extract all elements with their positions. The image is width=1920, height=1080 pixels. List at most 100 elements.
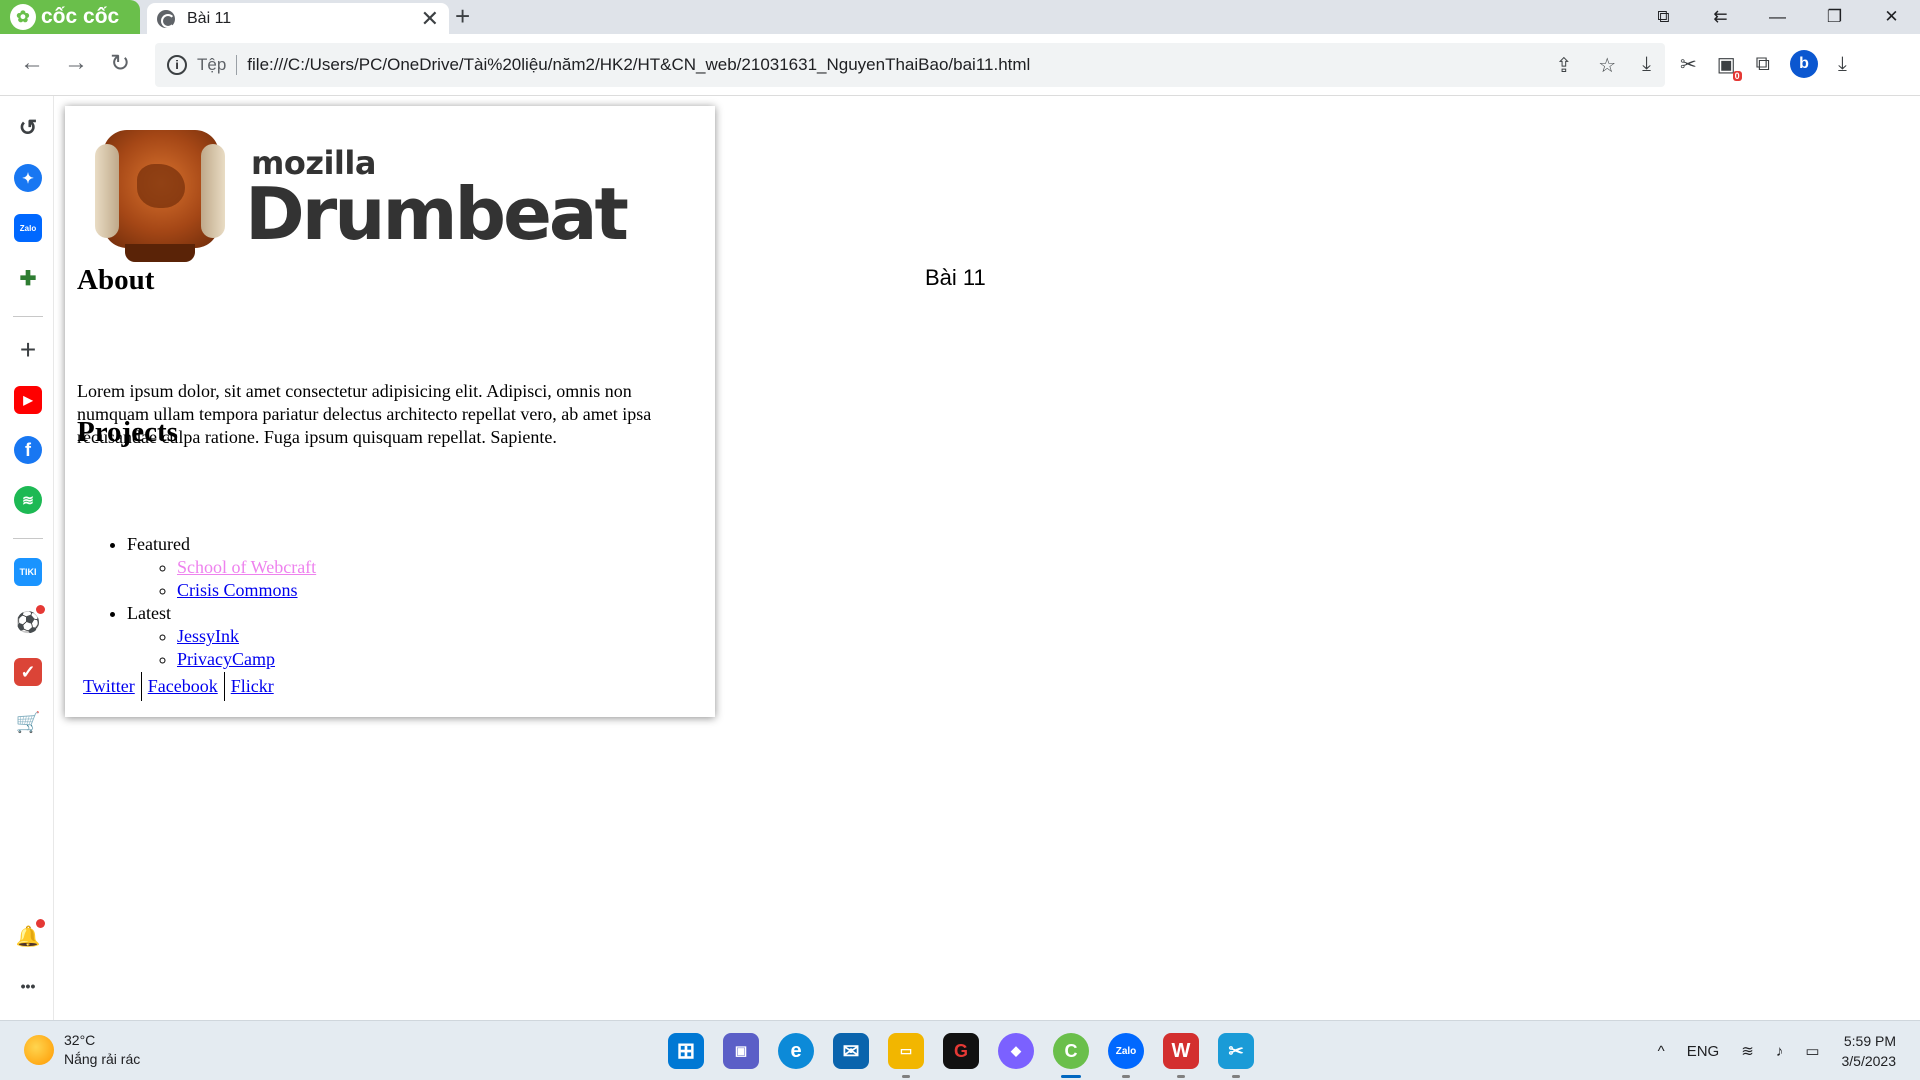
extension-badge-count: 0 xyxy=(1732,70,1742,81)
save-page-icon[interactable]: ⤓ xyxy=(1642,53,1651,78)
coccoc-app-icon[interactable]: C xyxy=(1053,1033,1089,1078)
new-tab-button[interactable]: + xyxy=(455,1,470,32)
copilot-app-icon[interactable]: ◆ xyxy=(998,1033,1034,1069)
meet-app-icon[interactable]: ▣ xyxy=(723,1033,759,1069)
share-icon[interactable]: ⇪ xyxy=(1555,53,1572,78)
sidebar-divider xyxy=(13,316,43,317)
bookmark-star-icon[interactable]: ☆ xyxy=(1598,53,1616,78)
screen-capture-icon[interactable]: ⧉ xyxy=(1635,0,1692,34)
file-explorer-icon[interactable]: ▭ xyxy=(888,1033,924,1078)
tab-close-icon[interactable]: ✕ xyxy=(421,6,439,32)
social-links: Twitter Facebook Flickr xyxy=(77,672,280,701)
globe-icon xyxy=(157,9,175,28)
clock[interactable]: 5:59 PM 3/5/2023 xyxy=(1842,1031,1897,1071)
drum-icon xyxy=(95,126,225,264)
snipping-tool-icon[interactable]: ✂ xyxy=(1218,1033,1254,1078)
game-controller-icon[interactable]: ✚ xyxy=(14,264,42,292)
bell-glyph: 🔔 xyxy=(15,925,41,948)
spotify-icon[interactable]: ≋ xyxy=(14,486,42,514)
mail-app-icon[interactable]: ✉ xyxy=(833,1033,869,1069)
link-crisis-commons[interactable]: Crisis Commons xyxy=(177,580,298,600)
close-window-button[interactable]: ✕ xyxy=(1863,0,1920,34)
taskbar-apps: ⊞ ▣ e ✉ ▭ G ◆ C Zalo W ✂ xyxy=(668,1033,1254,1078)
history-icon[interactable]: ↺ xyxy=(14,114,42,142)
puzzle-icon[interactable]: ⧉ xyxy=(1756,53,1770,76)
web-content: mozilla Drumbeat About Lorem ipsum dolor… xyxy=(55,97,1920,1020)
profile-avatar[interactable]: b xyxy=(1789,50,1818,78)
garena-app-icon[interactable]: G xyxy=(943,1033,979,1069)
back-button[interactable]: ← xyxy=(20,49,44,77)
link-school-of-webcraft[interactable]: School of Webcraft xyxy=(177,557,316,577)
browser-toolbar: ← → ↻ i Tệp file:///C:/Users/PC/OneDrive… xyxy=(0,34,1920,96)
clock-date: 3/5/2023 xyxy=(1841,1053,1897,1069)
coccoc-menu-button[interactable]: ✿ cốc cốc xyxy=(0,0,140,34)
weather-widget[interactable]: 32°C Nắng rải rác xyxy=(24,1031,140,1069)
reload-button[interactable]: ↻ xyxy=(110,49,130,78)
notification-dot xyxy=(36,605,45,614)
project-group-featured: Featured xyxy=(127,534,190,554)
tiki-icon[interactable]: TIKI xyxy=(14,558,42,586)
zalo-app-icon[interactable]: Zalo xyxy=(1108,1033,1144,1078)
link-privacycamp[interactable]: PrivacyCamp xyxy=(177,649,275,669)
list-item: Featured School of Webcraft Crisis Commo… xyxy=(127,533,316,602)
list-item: Crisis Commons xyxy=(177,579,316,602)
tools-icon[interactable]: ✂ xyxy=(1680,52,1697,77)
tab-title: Bài 11 xyxy=(187,9,232,27)
sidebar-divider xyxy=(13,538,43,539)
tab-bai11[interactable]: Bài 11 ✕ xyxy=(147,3,449,34)
list-item: JessyInk xyxy=(177,625,316,648)
notifications-bell-icon[interactable]: 🔔 xyxy=(14,919,45,950)
link-twitter[interactable]: Twitter xyxy=(77,672,141,701)
wps-app-icon[interactable]: W xyxy=(1163,1033,1199,1078)
messenger-icon[interactable]: ✦ xyxy=(14,164,42,192)
sun-cloud-icon xyxy=(24,1035,54,1065)
shopping-cart-icon[interactable]: 🛒 xyxy=(14,708,42,736)
language-indicator[interactable]: ENG xyxy=(1687,1043,1720,1060)
tray-chevron-icon[interactable]: ^ xyxy=(1658,1043,1665,1060)
downloads-icon[interactable]: ⤓ xyxy=(1838,53,1847,76)
link-facebook[interactable]: Facebook xyxy=(140,672,224,701)
maximize-button[interactable]: ❐ xyxy=(1806,0,1863,34)
minimize-button[interactable]: — xyxy=(1749,0,1806,34)
todo-check-icon[interactable]: ✓ xyxy=(14,658,42,686)
system-tray: ^ ENG ≋ ♪ ▭ 5:59 PM 3/5/2023 xyxy=(1658,1031,1896,1071)
project-group-latest: Latest xyxy=(127,603,171,623)
weather-desc: Nắng rải rác xyxy=(64,1051,141,1067)
coccoc-logo-icon: ✿ xyxy=(10,4,36,30)
volume-icon[interactable]: ♪ xyxy=(1776,1043,1784,1060)
soccer-ball-icon[interactable]: ⚽ xyxy=(14,605,45,636)
add-shortcut-icon[interactable]: + xyxy=(14,334,42,365)
page-title: Bài 11 xyxy=(925,265,986,290)
url-text[interactable]: file:///C:/Users/PC/OneDrive/Tài%20liệu/… xyxy=(247,55,1555,75)
projects-heading: Projects xyxy=(77,416,178,448)
zalo-icon[interactable]: Zalo xyxy=(14,214,42,242)
list-item: Latest JessyInk PrivacyCamp xyxy=(127,602,316,671)
forward-button[interactable]: → xyxy=(64,49,88,77)
site-info-icon[interactable]: i xyxy=(167,55,187,75)
facebook-icon[interactable]: f xyxy=(14,436,42,464)
window-controls: ⧉ ⇇ — ❐ ✕ xyxy=(1635,0,1920,34)
link-flickr[interactable]: Flickr xyxy=(223,672,280,701)
browser-titlebar: ✿ cốc cốc Bài 11 ✕ + ⧉ ⇇ — ❐ ✕ xyxy=(0,0,1920,34)
edge-app-icon[interactable]: e xyxy=(778,1033,814,1069)
weather-temp: 32°C xyxy=(64,1032,96,1048)
omnibox-actions: ⇪ ☆ ⤓ xyxy=(1555,53,1665,78)
list-item: PrivacyCamp xyxy=(177,648,316,671)
address-bar[interactable]: i Tệp file:///C:/Users/PC/OneDrive/Tài%2… xyxy=(155,43,1665,87)
soccer-glyph: ⚽ xyxy=(15,611,41,634)
scheme-label: Tệp xyxy=(197,55,238,75)
more-options-icon[interactable]: ••• xyxy=(14,972,42,1000)
link-jessyink[interactable]: JessyInk xyxy=(177,626,239,646)
logo-text-drumbeat: Drumbeat xyxy=(245,172,629,256)
youtube-icon[interactable]: ▶ xyxy=(14,386,42,414)
notification-dot xyxy=(36,919,45,928)
start-button[interactable]: ⊞ xyxy=(668,1033,704,1069)
tab-search-icon[interactable]: ⇇ xyxy=(1692,0,1749,34)
weather-text: 32°C Nắng rải rác xyxy=(64,1031,140,1069)
about-heading: About xyxy=(77,264,155,296)
extension-badge-icon[interactable]: ▣ 0 xyxy=(1717,52,1742,81)
battery-icon[interactable]: ▭ xyxy=(1805,1042,1819,1060)
wifi-icon[interactable]: ≋ xyxy=(1741,1042,1754,1060)
list-item: School of Webcraft xyxy=(177,556,316,579)
projects-list: Featured School of Webcraft Crisis Commo… xyxy=(77,533,316,671)
